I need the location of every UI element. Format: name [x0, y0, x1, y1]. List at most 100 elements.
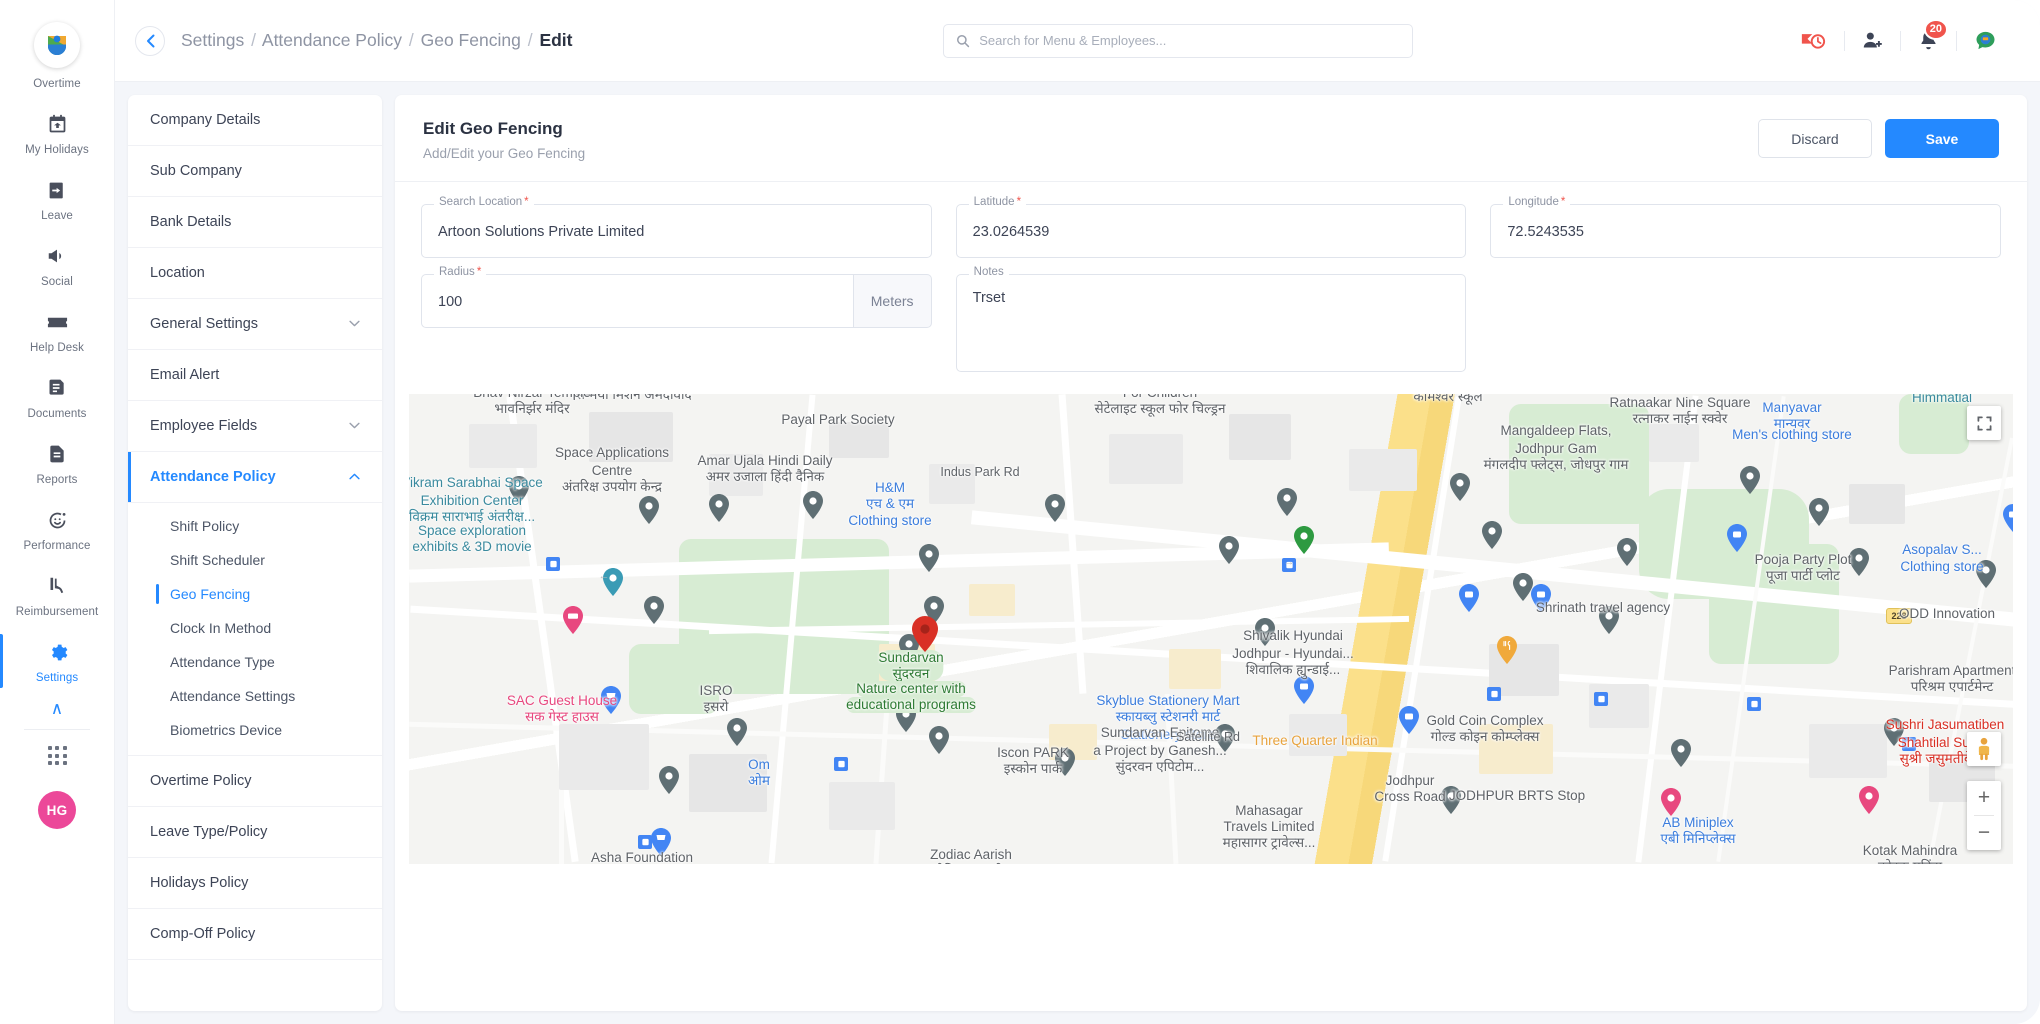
settings-menu-item-general-settings[interactable]: General Settings: [128, 299, 382, 350]
map-pin[interactable]: [644, 596, 664, 624]
settings-menu-item-sub-company[interactable]: Sub Company: [128, 146, 382, 197]
map-pin-shivalik-shilp[interactable]: [1740, 466, 1760, 494]
back-button[interactable]: [135, 25, 165, 56]
map-pin[interactable]: [639, 496, 659, 524]
geo-fence-map[interactable]: 228 → ← सिन्मया मिशन अमदावाद सेटेलाइट स्…: [409, 394, 2013, 864]
map-pin-venus-ivy[interactable]: [1661, 788, 1681, 816]
company-logo[interactable]: [34, 22, 80, 68]
bus-stop-icon[interactable]: [1747, 697, 1761, 711]
bus-stop-icon[interactable]: [1594, 692, 1608, 706]
notes-textarea[interactable]: Trset: [955, 274, 1467, 372]
sidebar-item-settings[interactable]: Settings: [0, 628, 114, 694]
map-pin-pooja-party-plot[interactable]: [1849, 548, 1869, 576]
settings-menu-item-email-alert[interactable]: Email Alert: [128, 350, 382, 401]
map-pin-manyavar[interactable]: [2003, 504, 2013, 532]
map-zoom-controls[interactable]: + −: [1967, 781, 2001, 850]
settings-menu-item-comp-off-policy[interactable]: Comp-Off Policy: [128, 909, 382, 960]
submenu-item-clock-in-method[interactable]: Clock In Method: [128, 611, 382, 645]
settings-menu-item-company-details[interactable]: Company Details: [128, 95, 382, 146]
card-scroll-area[interactable]: Search Location * Artoon Solutions Privat…: [395, 182, 2027, 1011]
label-text: Search Location: [439, 196, 523, 208]
map-pin-payal-park[interactable]: [1219, 536, 1239, 564]
map-pin-ratnaakar[interactable]: [1809, 498, 1829, 526]
map-pin-sundarvan[interactable]: [1294, 526, 1314, 554]
street-view-pegman-icon[interactable]: [1967, 732, 2001, 766]
map-pin-store[interactable]: [1294, 676, 1314, 704]
submenu-item-shift-policy[interactable]: Shift Policy: [128, 509, 382, 543]
map-pin-sac-guest-house[interactable]: [563, 606, 583, 634]
map-pin-kameshwar-school[interactable]: [1450, 473, 1470, 501]
bus-stop-icon[interactable]: [546, 557, 560, 571]
settings-menu-item-location[interactable]: Location: [128, 248, 382, 299]
save-button[interactable]: Save: [1885, 119, 1999, 158]
submenu-item-attendance-type[interactable]: Attendance Type: [128, 645, 382, 679]
breadcrumb-item-settings[interactable]: Settings: [181, 30, 244, 50]
settings-menu-item-leave-type-policy[interactable]: Leave Type/Policy: [128, 807, 382, 858]
radius-input[interactable]: 100: [421, 274, 853, 328]
map-pin-three-quarter-indian[interactable]: [1497, 636, 1517, 664]
chat-support-icon[interactable]: [1957, 24, 2014, 58]
map-pin-zodiac[interactable]: [727, 718, 747, 746]
map-label: Pooja Party Plot पूजा पार्टी प्लोट: [1755, 552, 1852, 583]
settings-menu-item-attendance-policy[interactable]: Attendance Policy: [128, 452, 382, 503]
breadcrumb-item-attendance-policy[interactable]: Attendance Policy: [262, 30, 402, 50]
map-pin-asha-foundation[interactable]: [929, 726, 949, 754]
sidebar-item-documents[interactable]: Documents: [0, 364, 114, 430]
add-user-icon[interactable]: [1845, 24, 1900, 58]
longitude-input[interactable]: 72.5243535: [1490, 204, 2001, 258]
map-pin-satellite-school[interactable]: [1482, 521, 1502, 549]
sidebar-item-reports[interactable]: Reports: [0, 430, 114, 496]
sidebar-item-social[interactable]: Social: [0, 232, 114, 298]
bus-stop-icon[interactable]: [834, 757, 848, 771]
search-input[interactable]: [979, 33, 1401, 48]
submenu-item-attendance-settings[interactable]: Attendance Settings: [128, 679, 382, 713]
map-pin-mahasagar[interactable]: [1671, 739, 1691, 767]
sidebar-item-reimbursement[interactable]: Reimbursement: [0, 562, 114, 628]
map-label: Shivalik Hyundai: [1243, 628, 1343, 644]
sidebar-item-performance[interactable]: Performance: [0, 496, 114, 562]
map-pin[interactable]: [1045, 494, 1065, 522]
notification-bell-icon[interactable]: 20: [1901, 18, 1956, 58]
sidebar-item-leave[interactable]: Leave: [0, 166, 114, 232]
map-pin-digambar-jain[interactable]: [1277, 488, 1297, 516]
submenu-label: Clock In Method: [170, 620, 272, 636]
sidebar-collapse-chevron-up-icon[interactable]: ∧: [51, 694, 63, 727]
submenu-item-shift-scheduler[interactable]: Shift Scheduler: [128, 543, 382, 577]
global-search[interactable]: [943, 23, 1414, 58]
submenu-item-geo-fencing[interactable]: Geo Fencing: [128, 577, 382, 611]
required-marker: *: [524, 196, 529, 208]
settings-menu-item-bank-details[interactable]: Bank Details: [128, 197, 382, 248]
map-pin[interactable]: [803, 491, 823, 519]
settings-menu-item-holidays-policy[interactable]: Holidays Policy: [128, 858, 382, 909]
bus-stop-icon[interactable]: [638, 835, 652, 849]
submenu-item-biometrics-device[interactable]: Biometrics Device: [128, 713, 382, 747]
avatar[interactable]: HG: [38, 791, 76, 829]
latitude-input[interactable]: 23.0264539: [955, 204, 1467, 258]
fullscreen-icon[interactable]: [1967, 406, 2001, 440]
bus-stop-icon[interactable]: [1487, 687, 1501, 701]
settings-menu-item-overtime-policy[interactable]: Overtime Policy: [128, 756, 382, 807]
map-pin-amar-ujala[interactable]: [919, 544, 939, 572]
sidebar-item-my-holidays[interactable]: My Holidays: [0, 100, 114, 166]
search-location-input[interactable]: Artoon Solutions Private Limited: [421, 204, 932, 258]
map-pin-hm-store[interactable]: [1459, 584, 1479, 612]
selected-location-marker[interactable]: [912, 616, 938, 652]
map-pin-store[interactable]: [1727, 524, 1747, 552]
zoom-out-button[interactable]: −: [1967, 816, 2001, 850]
settings-menu-item-employee-fields[interactable]: Employee Fields: [128, 401, 382, 452]
sidebar-item-help-desk[interactable]: Help Desk: [0, 298, 114, 364]
map-canvas[interactable]: 228 → ← सिन्मया मिशन अमदावाद सेटेलाइट स्…: [409, 394, 2013, 864]
quick-clock-icon[interactable]: [1784, 24, 1844, 58]
discard-button[interactable]: Discard: [1758, 119, 1872, 158]
map-pin-bluestone[interactable]: [1859, 786, 1879, 814]
map-pin-ratnamani[interactable]: [659, 766, 679, 794]
breadcrumb-item-geo-fencing[interactable]: Geo Fencing: [421, 30, 521, 50]
map-pin[interactable]: [709, 494, 729, 522]
map-pin-shivalik-hyundai[interactable]: [1513, 573, 1533, 601]
map-pin-store[interactable]: [1399, 706, 1419, 734]
map-pin-mangaldeep[interactable]: [1617, 538, 1637, 566]
sidebar-item-overtime[interactable]: Overtime: [0, 78, 114, 100]
settings-menu-panel[interactable]: Company Details Sub Company Bank Details…: [128, 95, 382, 1011]
zoom-in-button[interactable]: +: [1967, 781, 2001, 815]
apps-grid-icon[interactable]: [47, 746, 67, 765]
